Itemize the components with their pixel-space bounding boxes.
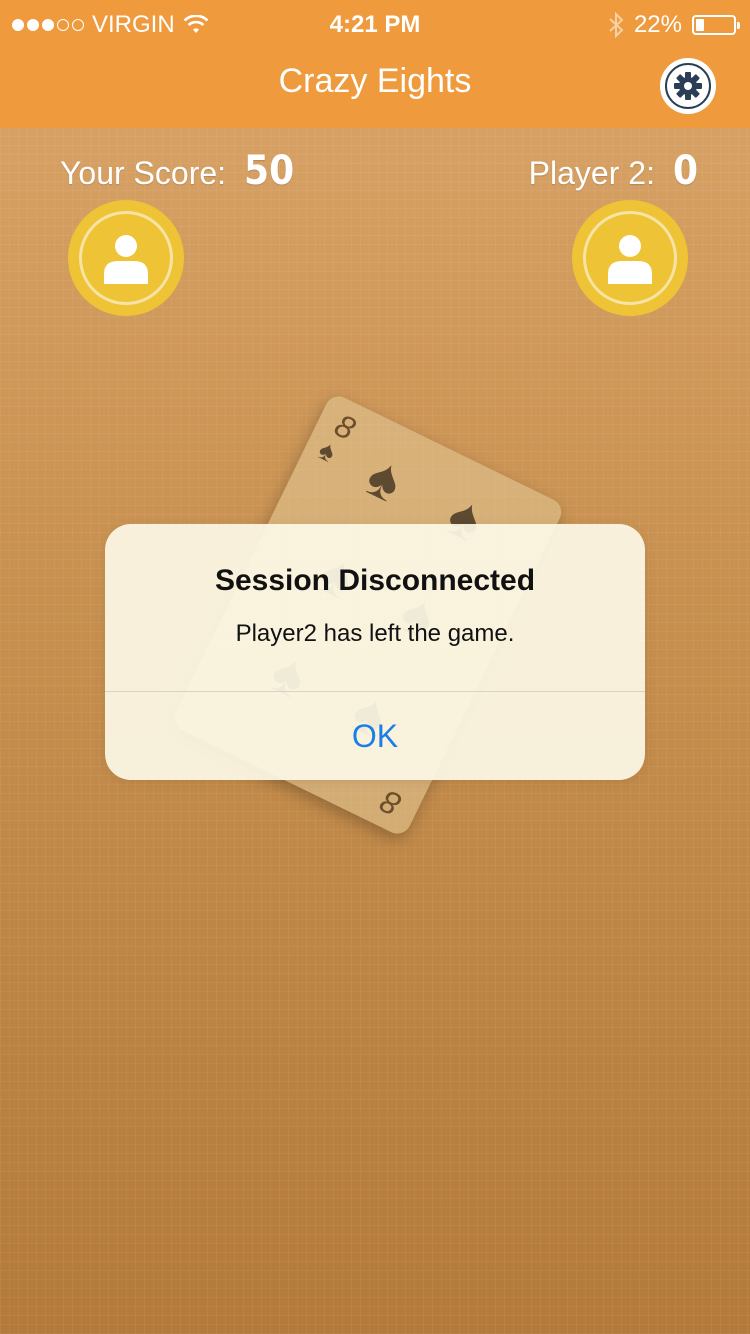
alert-message: Player2 has left the game. (235, 620, 515, 647)
ok-button[interactable]: OK (105, 692, 645, 780)
alert-title: Session Disconnected (214, 564, 536, 597)
game-screen: VIRGIN 4:21 PM 22% Crazy Eights Your Sco… (0, 0, 750, 1334)
alert-dialog: Session Disconnected Player2 has left th… (105, 524, 645, 780)
